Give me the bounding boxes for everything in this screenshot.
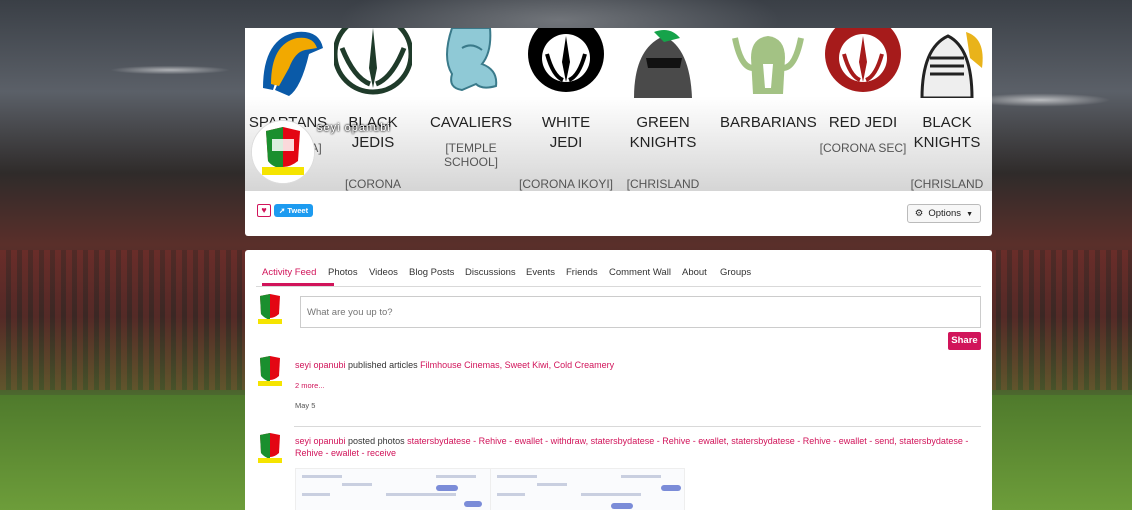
share-button[interactable]: Share bbox=[948, 332, 981, 350]
activity-card: Activity Feed Photos Videos Blog Posts D… bbox=[245, 250, 992, 510]
school-crest-avatar bbox=[252, 121, 314, 183]
team-school: [CHRISLAND OPEBI PRIM] bbox=[626, 177, 700, 191]
tab-friends[interactable]: Friends bbox=[566, 267, 598, 278]
twitter-bird-icon: ➚ bbox=[279, 206, 286, 215]
active-tab-indicator bbox=[262, 283, 334, 286]
jedi-order-icon bbox=[825, 28, 901, 92]
feed-item-text: seyi opanubi published articles Filmhous… bbox=[295, 359, 975, 371]
team-school: [TEMPLE SCHOOL] bbox=[443, 141, 498, 169]
thumb-line bbox=[497, 475, 537, 478]
feed-user-link[interactable]: seyi opanubi bbox=[295, 436, 346, 446]
thumb-pill bbox=[436, 485, 458, 491]
tab-comment-wall[interactable]: Comment Wall bbox=[609, 267, 671, 278]
feed-content-links[interactable]: Filmhouse Cinemas, Sweet Kiwi, Cold Crea… bbox=[420, 360, 614, 370]
team-name-line2: JEDI bbox=[549, 134, 583, 151]
thumb-line bbox=[342, 483, 372, 486]
team-name: RED JEDI bbox=[828, 114, 898, 131]
profile-tabs: Activity Feed Photos Videos Blog Posts D… bbox=[256, 260, 981, 287]
caret-down-icon: ▼ bbox=[966, 211, 973, 218]
team-name-line2: KNIGHTS bbox=[913, 134, 981, 151]
cavalier-horse-icon bbox=[446, 28, 498, 92]
thumb-line bbox=[386, 493, 456, 496]
thumb-line bbox=[621, 475, 661, 478]
tab-events[interactable]: Events bbox=[526, 267, 555, 278]
spartan-helmet-icon bbox=[263, 31, 323, 96]
tab-groups[interactable]: Groups bbox=[720, 267, 751, 278]
tab-videos[interactable]: Videos bbox=[369, 267, 398, 278]
feed-date: May 5 bbox=[295, 401, 316, 410]
profile-cover-card: SPARTANS [AL-HENNA] BLACK JEDIS [CORONA … bbox=[245, 28, 992, 236]
team-school: [CORONA GBAGADA] bbox=[344, 177, 401, 191]
photo-thumbnail[interactable] bbox=[295, 468, 492, 510]
tab-activity-feed[interactable]: Activity Feed bbox=[262, 267, 316, 278]
cover-banner: SPARTANS [AL-HENNA] BLACK JEDIS [CORONA … bbox=[245, 28, 992, 191]
feed-user-link[interactable]: seyi opanubi bbox=[295, 360, 346, 370]
tweet-button[interactable]: ➚ Tweet bbox=[274, 204, 314, 217]
team-name-line2: JEDIS bbox=[351, 134, 395, 151]
team-school: [CHRISLAND OPEBI SEC] bbox=[910, 177, 984, 191]
thumb-line bbox=[581, 493, 641, 496]
user-avatar[interactable] bbox=[256, 356, 284, 390]
profile-name: seyi opanubi bbox=[317, 122, 391, 134]
thumb-line bbox=[436, 475, 476, 478]
jedi-order-icon bbox=[332, 28, 414, 95]
options-label: Options bbox=[928, 208, 962, 219]
team-red-jedi: RED JEDI [CORONA SEC] bbox=[815, 28, 911, 155]
team-barbarians: BARBARIANS bbox=[720, 28, 817, 133]
team-black-jedis: BLACK JEDIS [CORONA GBAGADA] bbox=[325, 28, 421, 191]
thumb-pill bbox=[611, 503, 633, 509]
thumb-line bbox=[537, 483, 567, 486]
team-white-jedi: WHITE JEDI [CORONA IKOYI] bbox=[518, 28, 614, 191]
tab-about[interactable]: About bbox=[682, 267, 707, 278]
knight-helmet-icon bbox=[634, 30, 692, 98]
team-school: [CORONA IKOYI] bbox=[518, 177, 614, 191]
options-button[interactable]: ⚙ Options ▼ bbox=[906, 204, 981, 223]
team-school: [CORONA SEC] bbox=[819, 141, 907, 155]
thumb-pill bbox=[464, 501, 482, 507]
profile-avatar[interactable] bbox=[251, 120, 315, 184]
barbarian-helmet-icon bbox=[732, 36, 804, 94]
thumb-line bbox=[302, 475, 342, 478]
status-input[interactable] bbox=[300, 296, 981, 328]
user-avatar[interactable] bbox=[256, 294, 284, 328]
tab-discussions[interactable]: Discussions bbox=[465, 267, 516, 278]
feed-action: posted photos bbox=[345, 436, 408, 446]
photo-thumbnail[interactable] bbox=[490, 468, 685, 510]
heart-icon[interactable]: ♥ bbox=[257, 204, 271, 217]
tab-blog-posts[interactable]: Blog Posts bbox=[409, 267, 454, 278]
team-cavaliers: CAVALIERS [TEMPLE SCHOOL] bbox=[423, 28, 519, 169]
team-name: GREEN bbox=[636, 114, 690, 131]
team-name: CAVALIERS bbox=[430, 114, 512, 131]
feed-divider bbox=[294, 426, 981, 427]
feed-item-text: seyi opanubi posted photos statersbydate… bbox=[295, 435, 975, 459]
thumb-pill bbox=[661, 485, 681, 491]
gear-icon: ⚙ bbox=[914, 208, 924, 219]
team-name: WHITE bbox=[541, 114, 591, 131]
team-black-knights: BLACK KNIGHTS [CHRISLAND OPEBI SEC] bbox=[899, 28, 992, 191]
tweet-label: Tweet bbox=[287, 206, 309, 215]
feed-action: published articles bbox=[345, 360, 421, 370]
jedi-order-icon bbox=[528, 28, 604, 92]
team-name: BLACK bbox=[922, 114, 972, 131]
thumb-line bbox=[302, 493, 330, 496]
more-link[interactable]: 2 more... bbox=[295, 381, 325, 390]
thumb-line bbox=[497, 493, 525, 496]
knight-helmet-icon bbox=[920, 32, 983, 100]
team-name-line2: KNIGHTS bbox=[629, 134, 697, 151]
user-avatar[interactable] bbox=[256, 433, 284, 467]
team-name: BARBARIANS bbox=[720, 114, 817, 131]
tab-photos[interactable]: Photos bbox=[328, 267, 358, 278]
team-green-knights: GREEN KNIGHTS [CHRISLAND OPEBI PRIM] bbox=[615, 28, 711, 191]
